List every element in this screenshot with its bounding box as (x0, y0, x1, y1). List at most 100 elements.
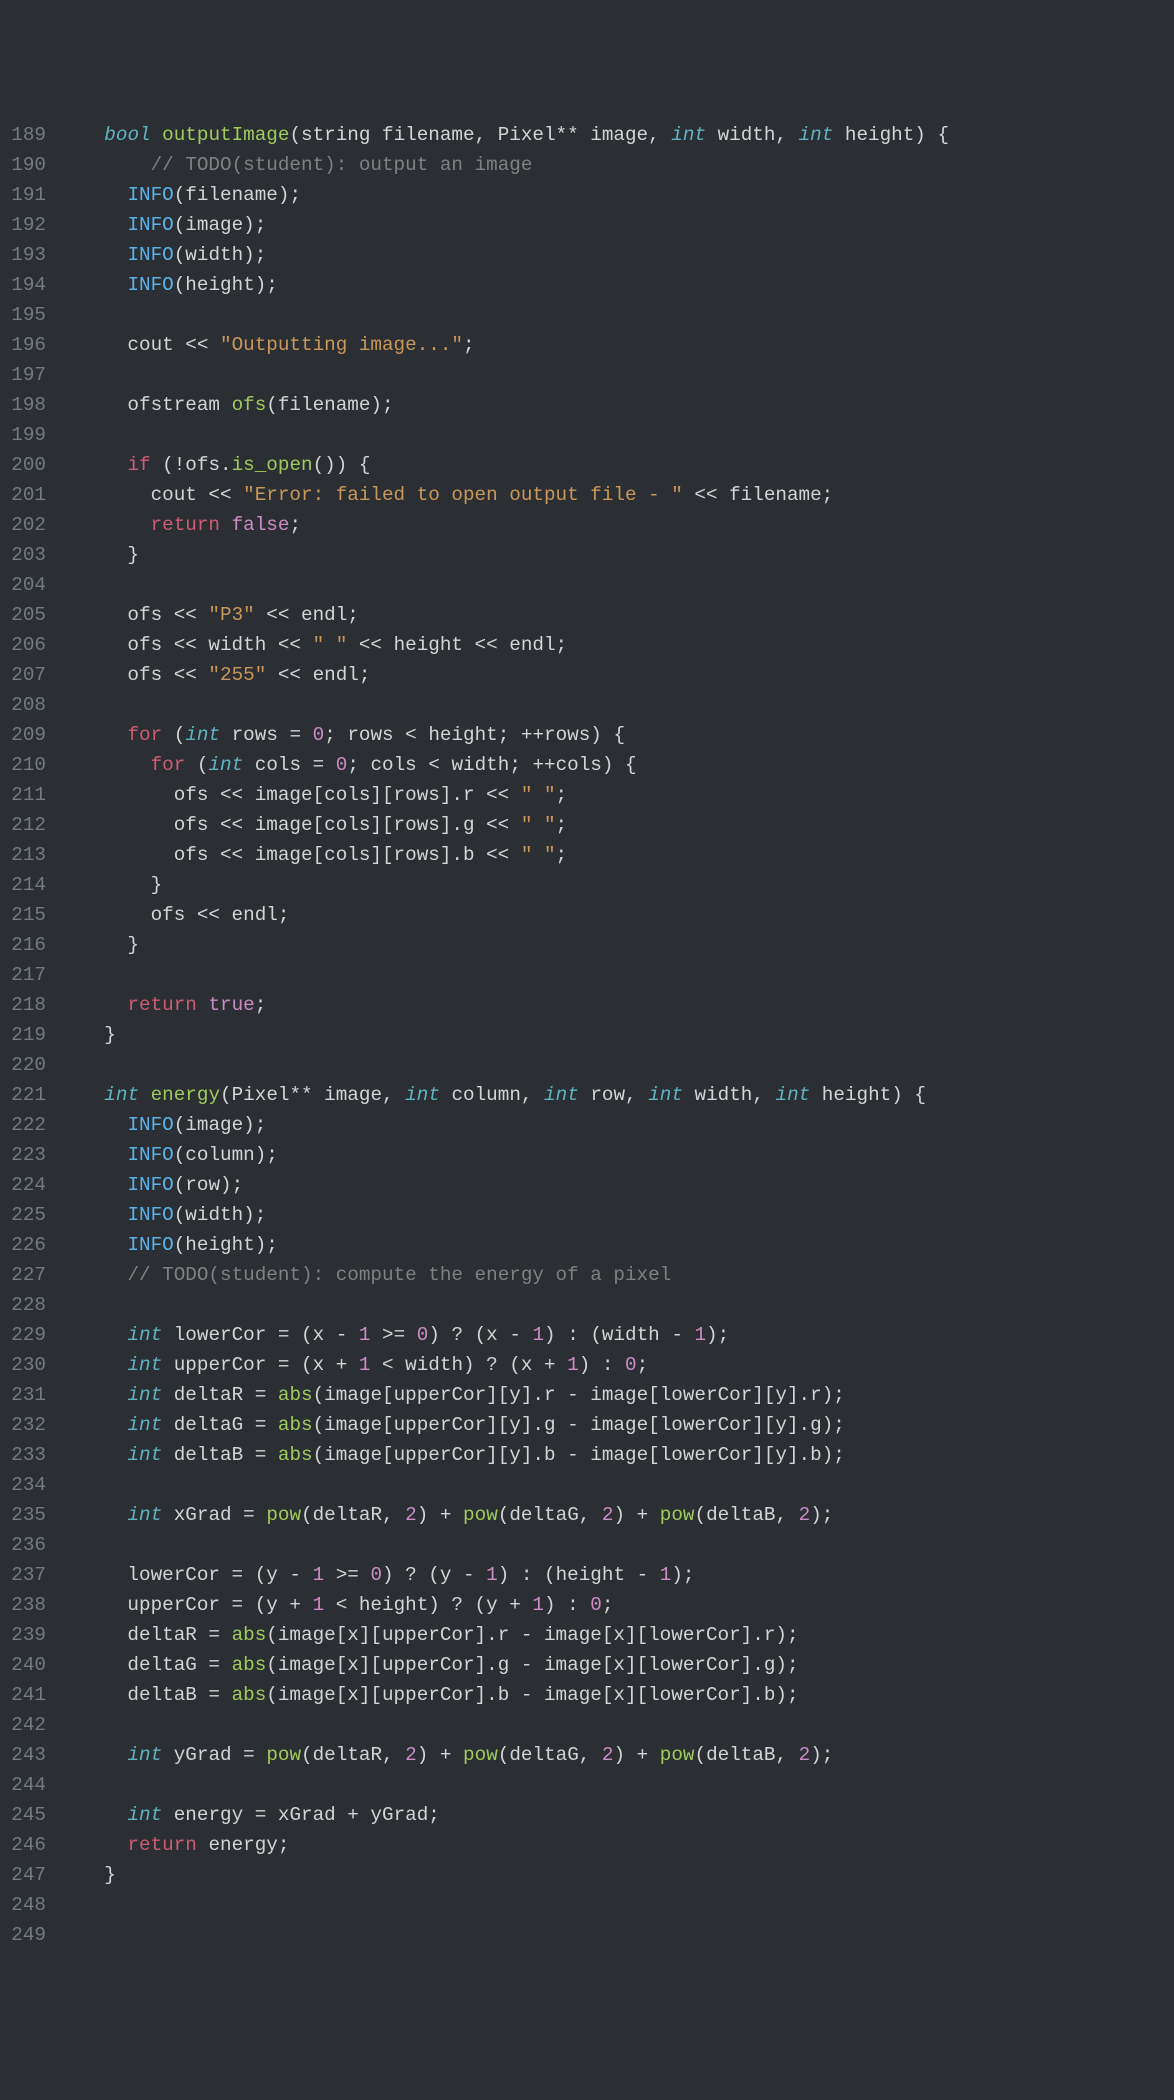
code-line[interactable]: INFO(height); (58, 270, 1174, 300)
token: rows = (232, 724, 313, 746)
code-line[interactable] (58, 1530, 1174, 1560)
code-line[interactable]: int energy = xGrad + yGrad; (58, 1800, 1174, 1830)
code-line[interactable]: bool outputImage(string filename, Pixel*… (58, 120, 1174, 150)
code-line[interactable]: deltaR = abs(image[x][upperCor].r - imag… (58, 1620, 1174, 1650)
code-line[interactable]: upperCor = (y + 1 < height) ? (y + 1) : … (58, 1590, 1174, 1620)
code-line[interactable]: INFO(row); (58, 1170, 1174, 1200)
code-line[interactable]: int xGrad = pow(deltaR, 2) + pow(deltaG,… (58, 1500, 1174, 1530)
code-line[interactable]: int energy(Pixel** image, int column, in… (58, 1080, 1174, 1110)
code-line[interactable] (58, 570, 1174, 600)
code-line[interactable]: ofs << image[cols][rows].g << " "; (58, 810, 1174, 840)
code-line[interactable]: lowerCor = (y - 1 >= 0) ? (y - 1) : (hei… (58, 1560, 1174, 1590)
code-line[interactable]: int upperCor = (x + 1 < width) ? (x + 1)… (58, 1350, 1174, 1380)
line-number: 220 (4, 1050, 46, 1080)
code-line[interactable]: } (58, 540, 1174, 570)
code-line[interactable]: deltaB = abs(image[x][upperCor].b - imag… (58, 1680, 1174, 1710)
code-line[interactable]: ofs << endl; (58, 900, 1174, 930)
token: height) { (845, 124, 949, 146)
line-number: 243 (4, 1740, 46, 1770)
token: (height); (174, 1234, 278, 1256)
token: (!ofs. (162, 454, 231, 476)
code-line[interactable] (58, 1470, 1174, 1500)
code-line[interactable]: // TODO(student): output an image (58, 150, 1174, 180)
code-line[interactable]: deltaG = abs(image[x][upperCor].g - imag… (58, 1650, 1174, 1680)
code-line[interactable]: cout << "Error: failed to open output fi… (58, 480, 1174, 510)
line-number: 239 (4, 1620, 46, 1650)
code-line[interactable]: int deltaR = abs(image[upperCor][y].r - … (58, 1380, 1174, 1410)
token: ) + (417, 1744, 463, 1766)
token: return (127, 1834, 208, 1856)
code-line[interactable]: ofs << image[cols][rows].r << " "; (58, 780, 1174, 810)
code-line[interactable]: for (int cols = 0; cols < width; ++cols)… (58, 750, 1174, 780)
code-line[interactable]: ofs << image[cols][rows].b << " "; (58, 840, 1174, 870)
code-line[interactable]: int deltaG = abs(image[upperCor][y].g - … (58, 1410, 1174, 1440)
token (58, 1804, 127, 1826)
code-line[interactable]: } (58, 930, 1174, 960)
token: deltaB = (58, 1684, 232, 1706)
token: 1 (660, 1564, 672, 1586)
code-editor[interactable]: 1891901911921931941951961971981992002012… (0, 120, 1174, 1950)
code-line[interactable]: ofs << "255" << endl; (58, 660, 1174, 690)
line-number: 204 (4, 570, 46, 600)
line-number: 200 (4, 450, 46, 480)
code-line[interactable]: ofs << "P3" << endl; (58, 600, 1174, 630)
code-line[interactable]: cout << "Outputting image..."; (58, 330, 1174, 360)
code-line[interactable]: INFO(height); (58, 1230, 1174, 1260)
code-line[interactable]: INFO(width); (58, 240, 1174, 270)
code-line[interactable] (58, 1050, 1174, 1080)
token (58, 1384, 127, 1406)
code-line[interactable]: INFO(image); (58, 210, 1174, 240)
token (58, 994, 127, 1016)
token: // TODO(student): compute the energy of … (127, 1264, 671, 1286)
token: deltaG = (58, 1654, 232, 1676)
line-number: 217 (4, 960, 46, 990)
code-line[interactable] (58, 1710, 1174, 1740)
line-number: 224 (4, 1170, 46, 1200)
line-number: 227 (4, 1260, 46, 1290)
code-line[interactable]: INFO(image); (58, 1110, 1174, 1140)
code-line[interactable]: return true; (58, 990, 1174, 1020)
code-line[interactable] (58, 1890, 1174, 1920)
token: pow (463, 1504, 498, 1526)
code-line[interactable]: return energy; (58, 1830, 1174, 1860)
code-line[interactable]: int lowerCor = (x - 1 >= 0) ? (x - 1) : … (58, 1320, 1174, 1350)
code-line[interactable]: } (58, 1020, 1174, 1050)
code-line[interactable] (58, 420, 1174, 450)
code-area[interactable]: bool outputImage(string filename, Pixel*… (58, 120, 1174, 1950)
code-line[interactable]: for (int rows = 0; rows < height; ++rows… (58, 720, 1174, 750)
code-line[interactable]: // TODO(student): compute the energy of … (58, 1260, 1174, 1290)
token (58, 124, 104, 146)
code-line[interactable]: ofs << width << " " << height << endl; (58, 630, 1174, 660)
token: INFO (127, 1204, 173, 1226)
token (58, 1744, 127, 1766)
line-number: 206 (4, 630, 46, 660)
code-line[interactable] (58, 960, 1174, 990)
token: int (127, 1504, 173, 1526)
token: ; (602, 1594, 614, 1616)
code-line[interactable]: int yGrad = pow(deltaR, 2) + pow(deltaG,… (58, 1740, 1174, 1770)
code-line[interactable] (58, 300, 1174, 330)
code-line[interactable]: } (58, 1860, 1174, 1890)
code-line[interactable] (58, 1920, 1174, 1950)
code-line[interactable] (58, 360, 1174, 390)
line-number: 190 (4, 150, 46, 180)
code-line[interactable]: int deltaB = abs(image[upperCor][y].b - … (58, 1440, 1174, 1470)
code-line[interactable]: if (!ofs.is_open()) { (58, 450, 1174, 480)
code-line[interactable] (58, 690, 1174, 720)
token: int (127, 1414, 173, 1436)
code-line[interactable] (58, 1290, 1174, 1320)
code-line[interactable]: INFO(width); (58, 1200, 1174, 1230)
code-line[interactable]: return false; (58, 510, 1174, 540)
token: >= (370, 1324, 416, 1346)
token: >= (324, 1564, 370, 1586)
code-line[interactable]: ofstream ofs(filename); (58, 390, 1174, 420)
line-number: 219 (4, 1020, 46, 1050)
token: return (151, 514, 232, 536)
token: ) : (544, 1594, 590, 1616)
code-line[interactable] (58, 1770, 1174, 1800)
code-line[interactable]: INFO(column); (58, 1140, 1174, 1170)
token: ofs << (58, 664, 208, 686)
token: ( (197, 754, 209, 776)
code-line[interactable]: INFO(filename); (58, 180, 1174, 210)
code-line[interactable]: } (58, 870, 1174, 900)
